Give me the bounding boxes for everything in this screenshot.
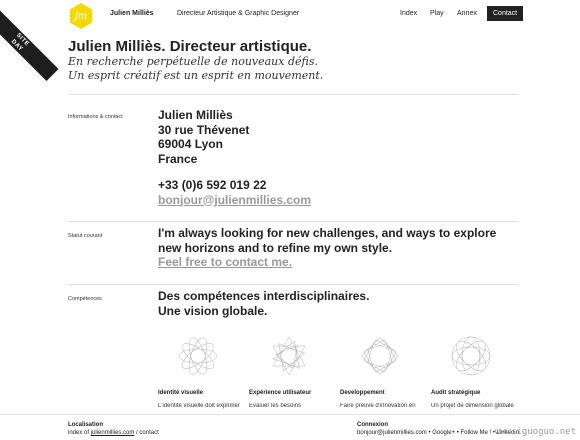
hero-title: Julien Milliès. Directeur artistique. xyxy=(68,38,312,55)
skill-desc: Un projet de dimension globale xyxy=(431,403,514,409)
footer-bar: Localisation index of julienmillies.com … xyxy=(0,414,580,440)
skill-title: Identité visuelle xyxy=(158,390,204,396)
contact-country: France xyxy=(158,151,198,166)
nav-contact-link[interactable]: Contact xyxy=(487,6,524,21)
status-text: I'm always looking for new challenges, a… xyxy=(158,226,497,255)
strategy-skill-icon xyxy=(451,336,491,376)
hero-tagline-2: Un esprit créatif est un esprit en mouve… xyxy=(68,69,324,82)
main-nav: Index Play Annex Contact xyxy=(0,6,580,22)
skill-card: Expérience utilisateur Evaluer les besoi… xyxy=(249,334,334,409)
divider xyxy=(68,221,518,222)
breadcrumb-prefix: index of xyxy=(68,430,91,436)
development-skill-icon xyxy=(361,337,399,375)
ux-skill-icon xyxy=(272,336,306,376)
skill-card: Identité visuelle L'identité visuelle do… xyxy=(158,334,243,409)
skill-title: Developpement xyxy=(340,390,385,396)
skill-title: Audit stratégique xyxy=(431,390,481,396)
divider xyxy=(68,284,518,285)
header: jm Julien Milliès Directeur Artistique &… xyxy=(0,0,580,32)
info-section-label: Informations & contact xyxy=(68,114,123,120)
status-text-block: I'm always looking for new challenges, a… xyxy=(158,226,518,270)
skill-desc: L'identité visuelle doit exprimer xyxy=(158,403,240,409)
footer-location-title: Localisation xyxy=(68,422,104,428)
skill-card: Audit stratégique Un projet de dimension… xyxy=(431,334,516,409)
contact-name: Julien Milliès xyxy=(158,108,233,122)
skill-desc: Evaluer les besoins xyxy=(249,403,302,409)
identity-skill-icon xyxy=(178,337,218,375)
hero-tagline-1: En recherche perpétuelle de nouveaux déf… xyxy=(68,55,318,68)
contact-city: 69004 Lyon xyxy=(158,137,223,151)
skill-card: Developpement Faire preuve d'innovation … xyxy=(340,334,425,409)
nav-play-link[interactable]: Play xyxy=(430,10,444,17)
skills-title-line-1: Des compétences interdisciplinaires. xyxy=(158,289,370,303)
skills-section-label: Compétences xyxy=(68,296,102,302)
contact-me-link[interactable]: Feel free to contact me. xyxy=(158,255,518,270)
skill-title: Expérience utilisateur xyxy=(249,390,312,396)
nav-index-link[interactable]: Index xyxy=(400,10,417,17)
skill-desc: Faire preuve d'innovation en xyxy=(340,403,416,409)
skills-title: Des compétences interdisciplinaires. Une… xyxy=(158,289,369,318)
divider xyxy=(68,94,518,95)
contact-phone: +33 (0)6 592 019 22 xyxy=(158,178,267,192)
breadcrumb-current: contact xyxy=(139,430,159,436)
contact-street: 30 rue Thévenet xyxy=(158,122,250,137)
watermark: www.iguoguo.net xyxy=(494,427,576,437)
footer-location: Localisation index of julienmillies.com … xyxy=(68,421,159,437)
contact-email-link[interactable]: bonjour@julienmillies.com xyxy=(158,193,311,207)
nav-annex-link[interactable]: Annex xyxy=(457,10,477,17)
breadcrumb-home-link[interactable]: julienmillies.com xyxy=(91,430,135,436)
contact-block: Julien Milliès 30 rue Thévenet 69004 Lyo… xyxy=(158,108,311,207)
skills-title-line-2: Une vision globale. xyxy=(158,303,268,318)
status-section-label: Statut courant xyxy=(68,233,103,239)
